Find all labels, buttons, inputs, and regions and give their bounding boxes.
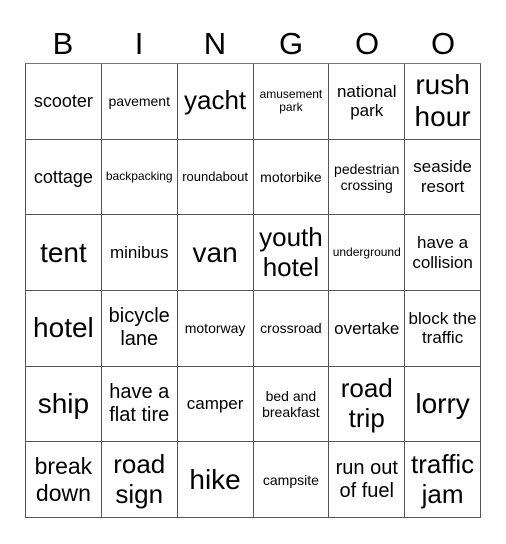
bingo-cell[interactable]: have a collision (405, 215, 481, 291)
bingo-cell[interactable]: hotel (26, 290, 102, 367)
bingo-cell[interactable]: break down (26, 442, 102, 518)
bingo-cell[interactable]: road trip (329, 366, 406, 443)
bingo-cell[interactable]: road sign (101, 442, 178, 518)
header-letter: I (134, 26, 144, 61)
bingo-cell[interactable]: roundabout (177, 139, 254, 216)
bingo-cell[interactable]: camper (177, 366, 254, 443)
bingo-cell[interactable]: traffic jam (405, 442, 481, 518)
bingo-cell[interactable]: underground (329, 215, 406, 291)
bingo-cell[interactable]: minibus (101, 215, 178, 291)
header-letter: B (52, 26, 74, 61)
bingo-cell[interactable]: bed and breakfast (253, 366, 330, 443)
bingo-cell[interactable]: rush hour (405, 64, 481, 140)
bingo-grid: scooter pavement yacht amusement park na… (25, 63, 481, 518)
bingo-cell[interactable]: pavement (101, 64, 178, 140)
header-letter: O (354, 26, 380, 61)
bingo-cell[interactable]: bicycle lane (101, 290, 178, 367)
header-letter: N (203, 26, 227, 61)
bingo-cell[interactable]: ship (26, 366, 102, 443)
bingo-cell[interactable]: scooter (26, 64, 102, 140)
bingo-header: B I N G O O (25, 24, 481, 64)
header-letter: O (430, 26, 456, 61)
bingo-cell[interactable]: yacht (177, 64, 254, 140)
bingo-cell[interactable]: hike (177, 442, 254, 518)
bingo-cell[interactable]: tent (26, 215, 102, 291)
bingo-cell[interactable]: crossroad (253, 290, 330, 367)
bingo-cell[interactable]: youth hotel (253, 215, 330, 291)
bingo-cell[interactable]: lorry (405, 366, 481, 443)
bingo-cell[interactable]: motorbike (253, 139, 330, 216)
bingo-cell[interactable]: campsite (253, 442, 330, 518)
bingo-cell[interactable]: motorway (177, 290, 254, 367)
bingo-cell[interactable]: van (177, 215, 254, 291)
bingo-cell[interactable]: backpacking (101, 139, 178, 216)
bingo-cell[interactable]: seaside resort (405, 139, 481, 216)
bingo-cell[interactable]: overtake (329, 290, 406, 367)
bingo-cell[interactable]: block the traffic (405, 290, 481, 367)
bingo-cell[interactable]: run out of fuel (329, 442, 406, 518)
header-letter: G (278, 26, 304, 61)
bingo-cell[interactable]: amusement park (253, 64, 330, 140)
bingo-cell[interactable]: have a flat tire (101, 366, 178, 443)
bingo-cell[interactable]: cottage (26, 139, 102, 216)
bingo-cell[interactable]: pedestrian crossing (329, 139, 406, 216)
bingo-cell[interactable]: national park (329, 64, 406, 140)
